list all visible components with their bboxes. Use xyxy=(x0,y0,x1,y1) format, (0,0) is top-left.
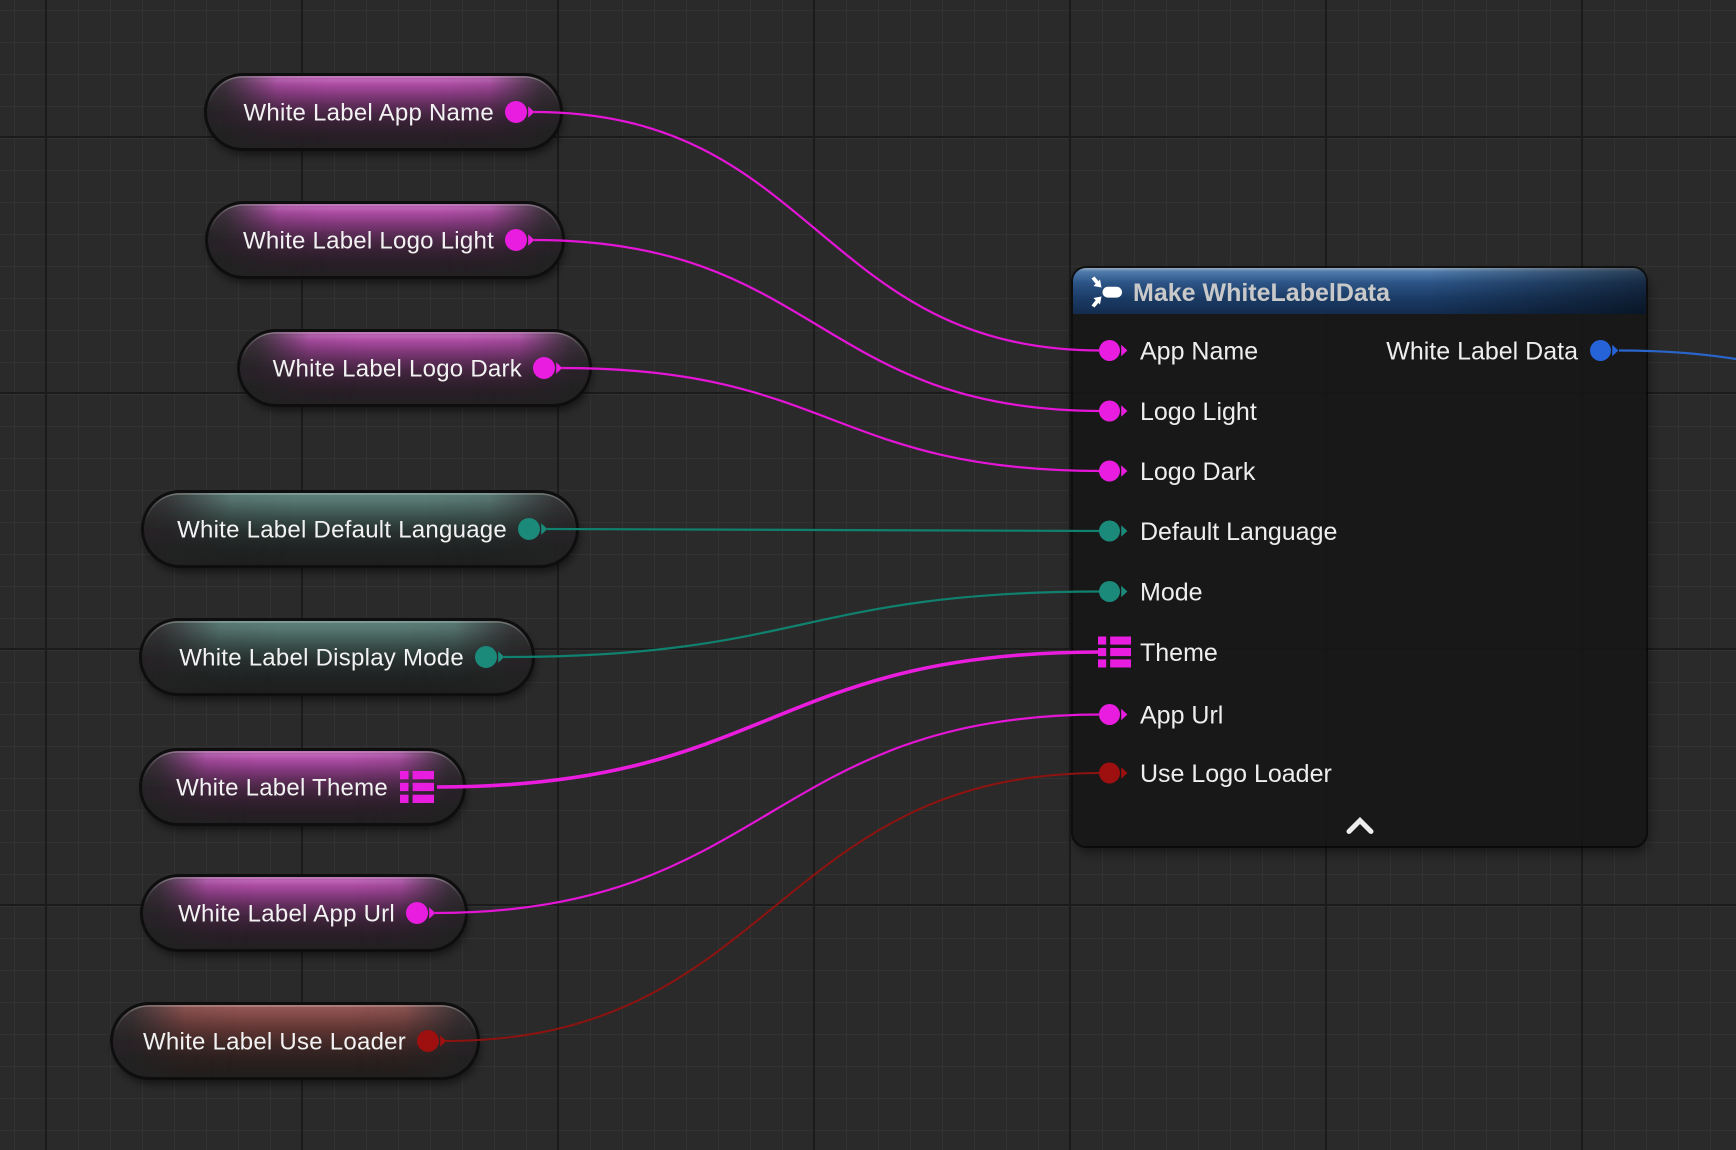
svg-text:White Label Default Language: White Label Default Language xyxy=(177,517,507,544)
svg-text:Logo Light: Logo Light xyxy=(1140,398,1257,426)
svg-text:Default Language: Default Language xyxy=(1140,518,1337,546)
svg-text:White Label Logo Dark: White Label Logo Dark xyxy=(273,356,523,383)
svg-text:White Label Use Loader: White Label Use Loader xyxy=(143,1029,406,1056)
svg-text:White Label App Name: White Label App Name xyxy=(244,100,494,127)
svg-text:Use Logo Loader: Use Logo Loader xyxy=(1140,760,1332,788)
svg-text:App Name: App Name xyxy=(1140,337,1258,365)
svg-text:Theme: Theme xyxy=(1140,639,1218,667)
svg-text:Make WhiteLabelData: Make WhiteLabelData xyxy=(1133,279,1391,307)
svg-text:White Label App Url: White Label App Url xyxy=(178,901,395,928)
svg-text:White Label Theme: White Label Theme xyxy=(176,775,388,802)
svg-text:Mode: Mode xyxy=(1140,578,1203,606)
svg-text:White Label Logo Light: White Label Logo Light xyxy=(243,228,494,255)
svg-text:White Label Data: White Label Data xyxy=(1386,337,1578,365)
svg-text:App Url: App Url xyxy=(1140,701,1223,729)
svg-text:White Label Display Mode: White Label Display Mode xyxy=(179,645,464,672)
svg-text:Logo Dark: Logo Dark xyxy=(1140,458,1256,486)
